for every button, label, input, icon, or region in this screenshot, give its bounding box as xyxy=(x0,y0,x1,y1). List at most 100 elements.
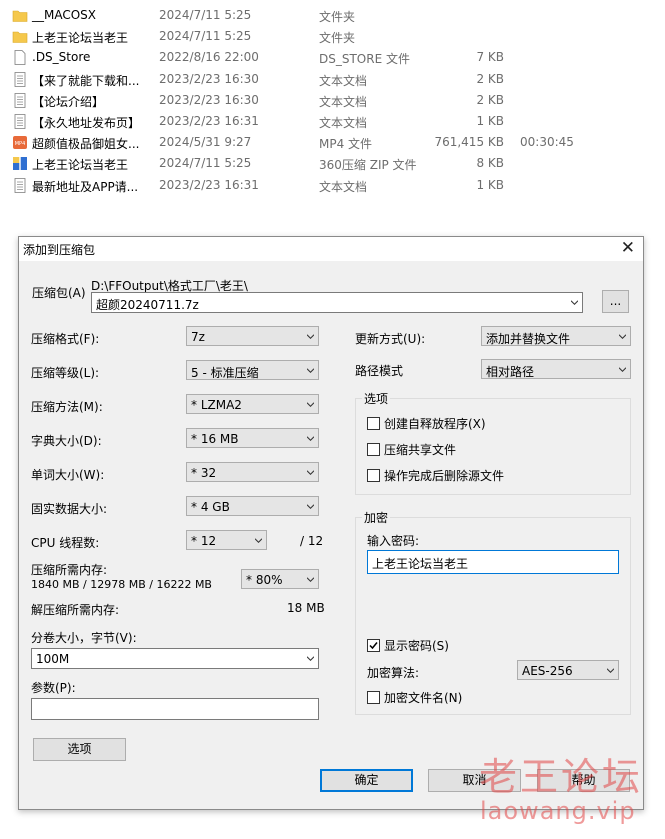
file-date: 2024/7/11 5:25 xyxy=(159,8,252,22)
update-label: 更新方式(U): xyxy=(355,332,426,346)
chevron-down-icon xyxy=(571,300,578,305)
file-date: 2024/7/11 5:25 xyxy=(159,29,252,44)
shared-checkbox[interactable] xyxy=(367,443,380,456)
password-input[interactable]: 上老王论坛当老王 xyxy=(367,550,619,574)
text-file-icon xyxy=(12,71,28,87)
zip-file-icon xyxy=(12,156,28,171)
file-date: 2023/2/23 16:30 xyxy=(159,71,259,86)
update-value: 添加并替换文件 xyxy=(486,332,571,346)
method-select[interactable]: * LZMA2 xyxy=(186,394,319,414)
file-date: 2023/2/23 16:30 xyxy=(159,92,259,107)
format-label: 压缩格式(F): xyxy=(31,332,100,346)
cpu-select[interactable]: * 12 xyxy=(186,530,267,550)
chevron-down-icon xyxy=(607,668,614,673)
chevron-down-icon xyxy=(619,367,626,372)
file-row[interactable]: MP4 超颜值极品御姐女... 2024/5/31 9:27 MP4 文件 76… xyxy=(10,132,650,153)
update-select[interactable]: 添加并替换文件 xyxy=(481,326,631,346)
method-label: 压缩方法(M): xyxy=(31,400,103,414)
file-row[interactable]: __MACOSX 2024/7/11 5:25 文件夹 xyxy=(10,5,650,26)
show-password-label: 显示密码(S) xyxy=(384,639,449,653)
params-label: 参数(P): xyxy=(31,681,76,695)
text-file-icon xyxy=(12,92,28,108)
enc-method-label: 加密算法: xyxy=(367,666,420,680)
text-file-icon xyxy=(12,177,28,193)
password-label: 输入密码: xyxy=(367,534,420,548)
show-password-checkbox[interactable] xyxy=(367,639,380,652)
archive-name-value: 超颜20240711.7z xyxy=(96,298,199,312)
file-type: MP4 文件 xyxy=(319,137,373,152)
level-select[interactable]: 5 - 标准压缩 xyxy=(186,360,319,380)
close-icon[interactable]: ✕ xyxy=(621,238,635,258)
file-name: 【永久地址发布页】 xyxy=(32,116,141,130)
folder-icon xyxy=(12,29,28,44)
browse-button[interactable]: ... xyxy=(602,290,629,313)
file-duration: 00:30:45 xyxy=(520,135,574,150)
sfx-label: 创建自释放程序(X) xyxy=(384,417,486,431)
file-row[interactable]: 上老王论坛当老王 2024/7/11 5:25 文件夹 xyxy=(10,26,650,47)
method-value: * LZMA2 xyxy=(191,398,242,412)
file-row[interactable]: 【来了就能下载和... 2023/2/23 16:30 文本文档 2 KB xyxy=(10,69,650,90)
encrypt-names-checkbox[interactable] xyxy=(367,691,380,704)
file-name: __MACOSX xyxy=(32,8,97,22)
chevron-down-icon xyxy=(307,436,314,441)
file-size: 2 KB xyxy=(476,92,504,107)
mem-percent-select[interactable]: * 80% xyxy=(241,569,319,589)
svg-text:MP4: MP4 xyxy=(15,141,26,147)
sfx-checkbox[interactable] xyxy=(367,417,380,430)
file-row[interactable]: 【永久地址发布页】 2023/2/23 16:31 文本文档 1 KB xyxy=(10,111,650,132)
chevron-down-icon xyxy=(307,402,314,407)
archive-name-combo[interactable]: 超颜20240711.7z xyxy=(91,292,583,313)
chevron-down-icon xyxy=(307,368,314,373)
format-select[interactable]: 7z xyxy=(186,326,319,346)
file-row[interactable]: .DS_Store 2022/8/16 22:00 DS_STORE 文件 7 … xyxy=(10,47,650,68)
file-type: 文本文档 xyxy=(319,94,368,109)
level-label: 压缩等级(L): xyxy=(31,366,100,380)
file-date: 2023/2/23 16:31 xyxy=(159,177,259,192)
pathmode-select[interactable]: 相对路径 xyxy=(481,359,631,379)
file-date: 2024/7/11 5:25 xyxy=(159,156,252,171)
file-type: 文本文档 xyxy=(319,179,368,194)
solid-value: * 4 GB xyxy=(191,500,230,514)
enc-method-select[interactable]: AES-256 xyxy=(517,660,619,680)
split-value: 100M xyxy=(36,652,70,666)
solid-select[interactable]: * 4 GB xyxy=(186,496,319,516)
delete-source-checkbox[interactable] xyxy=(367,469,380,482)
chevron-down-icon xyxy=(307,504,314,509)
chevron-down-icon xyxy=(307,470,314,475)
file-type: DS_STORE 文件 xyxy=(319,52,410,67)
video-file-icon: MP4 xyxy=(12,135,28,150)
options-group-title: 选项 xyxy=(362,390,391,407)
ok-button[interactable]: 确定 xyxy=(320,769,413,792)
checkmark-icon xyxy=(369,642,378,650)
file-name: 上老王论坛当老王 xyxy=(32,158,129,173)
file-row[interactable]: 最新地址及APP请... 2023/2/23 16:31 文本文档 1 KB xyxy=(10,175,650,196)
file-size: 7 KB xyxy=(476,50,504,65)
solid-label: 固实数据大小: xyxy=(31,502,108,516)
options-button[interactable]: 选项 xyxy=(33,738,126,761)
dict-select[interactable]: * 16 MB xyxy=(186,428,319,448)
word-select[interactable]: * 32 xyxy=(186,462,319,482)
shared-label: 压缩共享文件 xyxy=(384,443,457,457)
chevron-down-icon xyxy=(255,538,262,543)
file-row[interactable]: 上老王论坛当老王 2024/7/11 5:25 360压缩 ZIP 文件 8 K… xyxy=(10,153,650,174)
file-name: 超颜值极品御姐女... xyxy=(32,137,140,152)
chevron-down-icon xyxy=(307,656,314,661)
encryption-group-title: 加密 xyxy=(362,509,391,526)
file-name: .DS_Store xyxy=(32,50,91,65)
dict-value: * 16 MB xyxy=(191,432,239,446)
file-size: 1 KB xyxy=(476,114,504,128)
file-name: 上老王论坛当老王 xyxy=(32,31,129,46)
split-combo[interactable]: 100M xyxy=(31,648,319,669)
params-input[interactable] xyxy=(31,698,319,720)
add-to-archive-dialog: 添加到压缩包 ✕ 压缩包(A) D:\FFOutput\格式工厂\老王\ 超颜2… xyxy=(18,236,644,810)
decomp-label: 解压缩所需内存: xyxy=(31,603,120,617)
file-size: 1 KB xyxy=(476,177,504,192)
word-value: * 32 xyxy=(191,466,217,480)
chevron-down-icon xyxy=(619,334,626,339)
pathmode-value: 相对路径 xyxy=(486,365,535,379)
password-value: 上老王论坛当老王 xyxy=(372,557,469,571)
file-row[interactable]: 【论坛介绍】 2023/2/23 16:30 文本文档 2 KB xyxy=(10,90,650,111)
file-size: 8 KB xyxy=(476,156,504,171)
mem-label: 压缩所需内存: xyxy=(31,563,108,577)
word-label: 单词大小(W): xyxy=(31,468,105,482)
